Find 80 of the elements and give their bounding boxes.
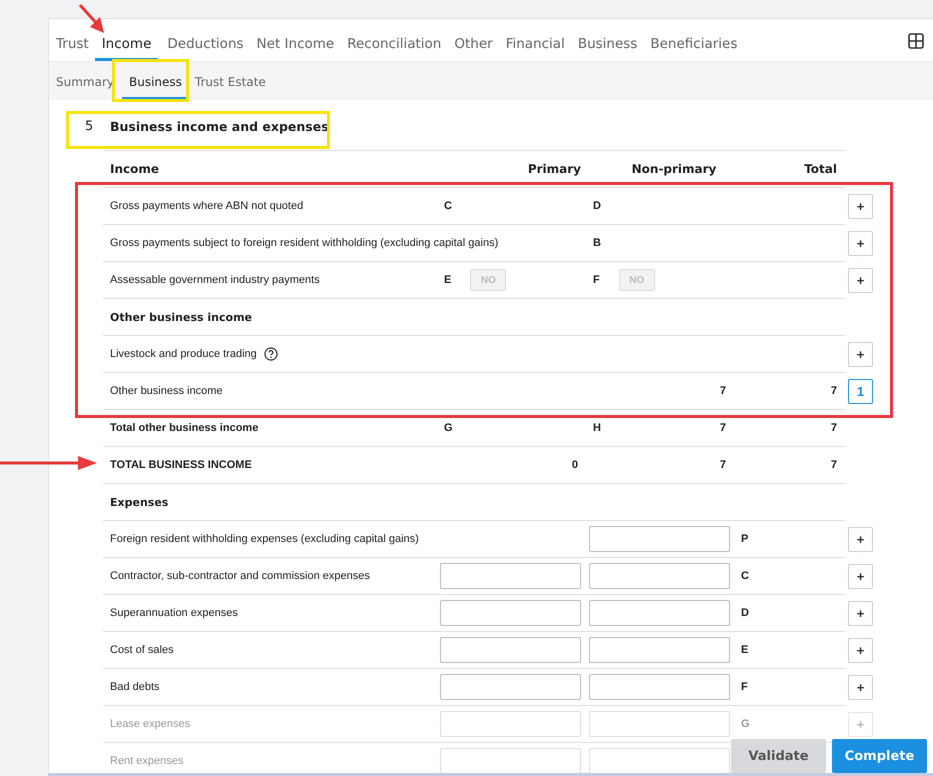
input-field[interactable] xyxy=(440,600,581,626)
subtab[interactable]: Trust Estate xyxy=(194,75,267,100)
section-number: 5 xyxy=(85,118,94,134)
subtab[interactable]: Summary xyxy=(55,75,115,100)
field-code: D xyxy=(740,607,749,619)
input-field[interactable] xyxy=(440,563,581,589)
input-field[interactable] xyxy=(440,674,581,700)
field-code: E xyxy=(740,644,748,656)
row-label: Rent expenses xyxy=(109,755,184,767)
add-button[interactable]: 1 xyxy=(848,379,873,404)
row-label: Contractor, sub-contractor and commission expenses xyxy=(109,570,371,582)
input-field[interactable] xyxy=(589,711,730,737)
row-label: Other business income xyxy=(110,385,222,397)
row-label: Cost of sales xyxy=(109,644,175,656)
section-title: Business income and expenses xyxy=(110,118,329,134)
tab[interactable]: Reconciliation xyxy=(346,36,442,61)
input-field[interactable] xyxy=(589,748,730,774)
tab[interactable]: Financial xyxy=(504,36,566,61)
non-primary-value: 7 xyxy=(720,422,726,434)
input-field[interactable] xyxy=(589,563,730,589)
add-button[interactable]: + xyxy=(848,342,873,367)
row-label: Lease expenses xyxy=(109,718,192,730)
field-code: D xyxy=(593,200,601,212)
validate-button[interactable]: Validate xyxy=(731,739,826,773)
row-label: Livestock and produce trading xyxy=(110,348,257,360)
non-primary-value: 7 xyxy=(720,385,726,397)
add-button[interactable]: + xyxy=(848,564,873,589)
tab[interactable]: Beneficiaries xyxy=(649,36,738,61)
column-header: Primary xyxy=(526,162,582,176)
group-heading: Expenses xyxy=(109,496,170,508)
group-heading: Other business income xyxy=(109,310,253,324)
add-button[interactable]: + xyxy=(848,231,873,256)
column-header: Income xyxy=(109,162,160,176)
tab[interactable]: Net Income xyxy=(256,36,336,61)
help-icon[interactable] xyxy=(264,347,278,361)
column-header: Total xyxy=(803,162,838,176)
add-button[interactable]: + xyxy=(848,638,873,663)
non-primary-value: 7 xyxy=(720,459,726,471)
row-label: Superannuation expenses xyxy=(109,607,239,619)
tab[interactable]: Other xyxy=(453,36,494,61)
add-button[interactable]: + xyxy=(848,601,873,626)
total-value: 7 xyxy=(830,422,837,434)
field-code: F xyxy=(593,274,600,286)
field-code: F xyxy=(740,681,748,693)
row-label: Bad debts xyxy=(109,681,161,693)
field-code: C xyxy=(740,570,749,582)
grid-icon[interactable] xyxy=(908,33,924,49)
field-code: C xyxy=(444,200,452,212)
field-code: G xyxy=(740,718,750,730)
total-value: 7 xyxy=(830,459,837,471)
column-header: Non-primary xyxy=(630,162,718,176)
input-field[interactable] xyxy=(589,600,730,626)
total-value: 7 xyxy=(830,385,837,397)
tab[interactable]: Business xyxy=(576,36,638,61)
input-field[interactable] xyxy=(589,674,730,700)
row-label: Gross payments where ABN not quoted xyxy=(110,200,304,212)
add-button[interactable]: + xyxy=(848,675,873,700)
field-code: H xyxy=(593,422,601,434)
field-code: E xyxy=(444,274,452,286)
tab[interactable]: Trust xyxy=(55,36,90,61)
add-button[interactable]: + xyxy=(848,268,873,293)
input-field[interactable] xyxy=(440,748,581,774)
field-code: P xyxy=(740,533,748,545)
row-label: TOTAL BUSINESS INCOME xyxy=(110,459,252,471)
input-field[interactable] xyxy=(589,526,730,552)
input-field[interactable] xyxy=(589,637,730,663)
add-button[interactable]: + xyxy=(848,194,873,219)
input-field[interactable] xyxy=(440,711,581,737)
row-label: Gross payments subject to foreign resident withholding (excluding capital gains) xyxy=(110,237,498,249)
complete-button[interactable]: Complete xyxy=(832,739,927,773)
tab[interactable]: Deductions xyxy=(166,36,245,61)
row-label: Assessable government industry payments xyxy=(110,274,320,286)
row-label: Foreign resident withholding expenses (excluding capital gains) xyxy=(109,533,420,545)
add-button[interactable]: + xyxy=(848,527,873,552)
field-code: B xyxy=(593,237,601,249)
input-field[interactable] xyxy=(440,637,581,663)
row-label: Total other business income xyxy=(110,422,258,434)
field-code: G xyxy=(444,422,453,434)
subtab[interactable]: Business xyxy=(122,75,189,100)
primary-value: 0 xyxy=(572,459,578,471)
